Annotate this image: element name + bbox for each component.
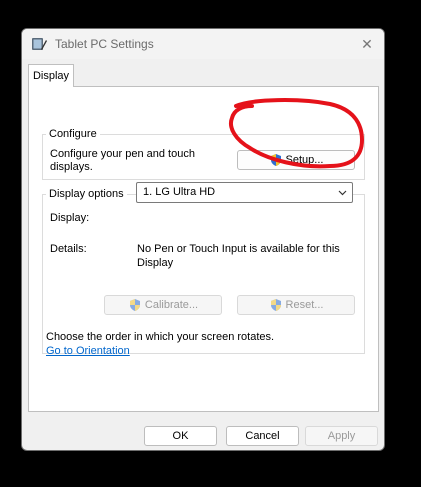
- details-label: Details:: [50, 243, 87, 255]
- uac-shield-icon: [269, 153, 283, 167]
- ok-button[interactable]: OK: [144, 426, 217, 446]
- setup-button-label: Setup...: [285, 154, 324, 166]
- go-to-orientation-link[interactable]: Go to Orientation: [46, 345, 130, 357]
- display-options-group: Display options: [42, 188, 365, 354]
- configure-description-line2: displays.: [50, 161, 93, 173]
- chevron-down-icon: [337, 187, 348, 198]
- display-tab-panel: Configure Configure your pen and touch d…: [28, 86, 379, 412]
- reset-button-label: Reset...: [285, 299, 324, 311]
- display-label: Display:: [50, 212, 90, 224]
- display-options-legend: Display options: [49, 188, 124, 200]
- apply-button[interactable]: Apply: [305, 426, 378, 446]
- close-icon: ✕: [361, 35, 373, 52]
- calibrate-button[interactable]: Calibrate...: [104, 295, 222, 315]
- apply-button-label: Apply: [327, 430, 356, 442]
- cancel-button-label: Cancel: [245, 430, 280, 442]
- calibrate-button-label: Calibrate...: [144, 299, 199, 311]
- dialog-window: Tablet PC Settings ✕ Display Configure C…: [21, 28, 385, 451]
- setup-button[interactable]: Setup...: [237, 150, 355, 170]
- details-line2: Display: [137, 257, 174, 269]
- configure-description-line1: Configure your pen and touch: [50, 148, 195, 160]
- configure-legend: Configure: [49, 128, 97, 140]
- details-line1: No Pen or Touch Input is available for t…: [137, 243, 340, 255]
- cancel-button[interactable]: Cancel: [226, 426, 299, 446]
- display-select[interactable]: 1. LG Ultra HD: [136, 182, 353, 203]
- tablet-pc-icon: [31, 36, 47, 52]
- title-bar[interactable]: Tablet PC Settings ✕: [22, 29, 384, 59]
- reset-button[interactable]: Reset...: [237, 295, 355, 315]
- window-title: Tablet PC Settings: [55, 37, 154, 51]
- display-select-value: 1. LG Ultra HD: [143, 186, 216, 198]
- orientation-text: Choose the order in which your screen ro…: [46, 331, 275, 343]
- tab-display-label: Display: [32, 70, 70, 82]
- ok-button-label: OK: [172, 430, 189, 442]
- uac-shield-icon: [128, 298, 142, 312]
- tab-display[interactable]: Display: [28, 64, 74, 87]
- close-button[interactable]: ✕: [358, 35, 376, 53]
- uac-shield-icon: [269, 298, 283, 312]
